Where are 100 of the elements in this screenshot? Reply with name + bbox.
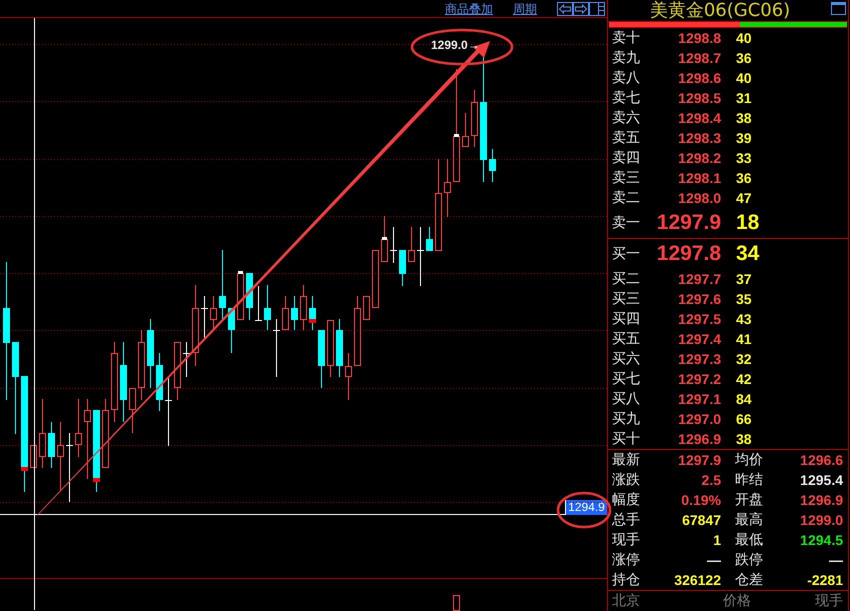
candlestick: [282, 296, 289, 330]
order-level-label: 卖二: [612, 190, 641, 206]
stat-value: 1: [712, 532, 721, 548]
candlestick: [471, 90, 478, 148]
order-volume: 36: [736, 50, 752, 66]
candlestick: [272, 318, 280, 378]
order-level-label: 买八: [612, 391, 641, 407]
candlestick: [408, 226, 415, 262]
candlestick: [39, 398, 46, 468]
stat-label: 均价: [734, 452, 764, 468]
candlestick: [363, 296, 370, 320]
order-level-label: 买三: [612, 291, 641, 307]
order-price: 1297.7: [677, 271, 721, 287]
candlestick: [264, 284, 271, 330]
candlestick: [372, 250, 379, 308]
volume-bar: [453, 595, 460, 611]
candlestick: [164, 376, 172, 446]
order-volume: 41: [736, 331, 752, 347]
order-volume: 38: [736, 431, 752, 447]
column-header: 价格: [723, 592, 751, 608]
candlestick: [416, 226, 424, 286]
candlestick: [210, 296, 217, 330]
order-volume: 84: [736, 391, 752, 407]
order-price: 1298.0: [677, 190, 721, 206]
stat-value: 1299.0: [799, 512, 843, 528]
stat-label: 总手: [612, 512, 641, 528]
candlestick: [174, 342, 181, 400]
order-level-label: 买六: [612, 351, 641, 367]
order-level-label: 卖七: [612, 90, 641, 106]
candlestick: [102, 398, 109, 468]
stat-value: 67847: [681, 512, 721, 528]
candlestick: [30, 445, 37, 468]
candlestick: [200, 296, 208, 340]
candlestick: [66, 432, 74, 502]
order-price: 1298.2: [677, 150, 721, 166]
order-volume: 40: [736, 30, 752, 46]
stat-value: 1296.9: [799, 492, 843, 508]
order-price: 1298.3: [677, 130, 721, 146]
order-price: 1297.5: [677, 311, 721, 327]
candlestick: [219, 250, 226, 320]
order-level-label: 买五: [612, 331, 641, 347]
stat-value: —: [706, 552, 721, 568]
candlestick: [156, 352, 163, 412]
candlestick: [327, 320, 334, 378]
order-volume: 40: [736, 70, 752, 86]
order-level-label: 卖八: [612, 70, 641, 86]
stat-label: 最高: [734, 512, 764, 528]
crosshair-price-tag: 1294.9: [565, 500, 607, 515]
order-price: 1297.9: [656, 211, 721, 235]
order-volume: 66: [736, 411, 752, 427]
order-price: 1298.7: [677, 50, 721, 66]
candlestick: [399, 250, 406, 286]
right-arrow-icon[interactable]: [573, 2, 589, 16]
toolbar-link[interactable]: 周期: [513, 2, 537, 16]
candlestick: [291, 296, 298, 330]
stat-label: 最新: [612, 452, 641, 468]
order-volume: 31: [736, 90, 752, 106]
order-volume: 34: [736, 242, 760, 266]
candlestick: [390, 226, 398, 264]
candlestick: [336, 318, 343, 378]
stat-value: -2281: [806, 572, 843, 588]
stat-value: —: [828, 552, 843, 568]
stat-value: 1296.6: [799, 452, 843, 468]
order-price: 1298.6: [677, 70, 721, 86]
order-level-label: 卖三: [612, 170, 641, 186]
order-price: 1297.0: [677, 411, 721, 427]
highlight-ellipse: [556, 492, 612, 528]
candlestick: [254, 286, 262, 321]
order-price: 1296.9: [677, 431, 721, 447]
candlestick: [444, 158, 451, 218]
stat-value: 1297.9: [677, 452, 721, 468]
stat-label: 现手: [612, 532, 641, 548]
candlestick: [462, 112, 469, 147]
order-level-label: 买四: [612, 311, 641, 327]
order-volume: 18: [736, 211, 760, 235]
candlestick: [309, 296, 316, 330]
candlestick: [48, 422, 55, 468]
order-volume: 42: [736, 371, 752, 387]
order-price: 1298.4: [677, 110, 721, 126]
candlestick: [318, 330, 325, 388]
candlestick: [381, 216, 388, 262]
order-price: 1297.3: [677, 351, 721, 367]
order-volume: 36: [736, 170, 752, 186]
candlestick: [237, 271, 244, 320]
order-volume: 33: [736, 150, 752, 166]
stat-label: 涨跌: [612, 472, 641, 488]
maximize-icon[interactable]: [831, 2, 846, 15]
order-level-label: 买十: [612, 431, 641, 447]
order-level-label: 卖九: [612, 50, 641, 66]
stat-value: 0.19%: [680, 492, 721, 508]
stat-label: 昨结: [734, 472, 764, 488]
panel-layout-icon[interactable]: [589, 2, 605, 16]
toolbar-link[interactable]: 商品叠加: [445, 2, 493, 16]
candlestick: [57, 422, 64, 490]
candlestick: [246, 273, 253, 320]
left-arrow-icon[interactable]: [557, 2, 573, 16]
stat-value: 2.5: [700, 472, 721, 488]
order-price: 1297.4: [677, 331, 721, 347]
column-header: 现手: [815, 592, 843, 608]
order-volume: 39: [736, 130, 752, 146]
